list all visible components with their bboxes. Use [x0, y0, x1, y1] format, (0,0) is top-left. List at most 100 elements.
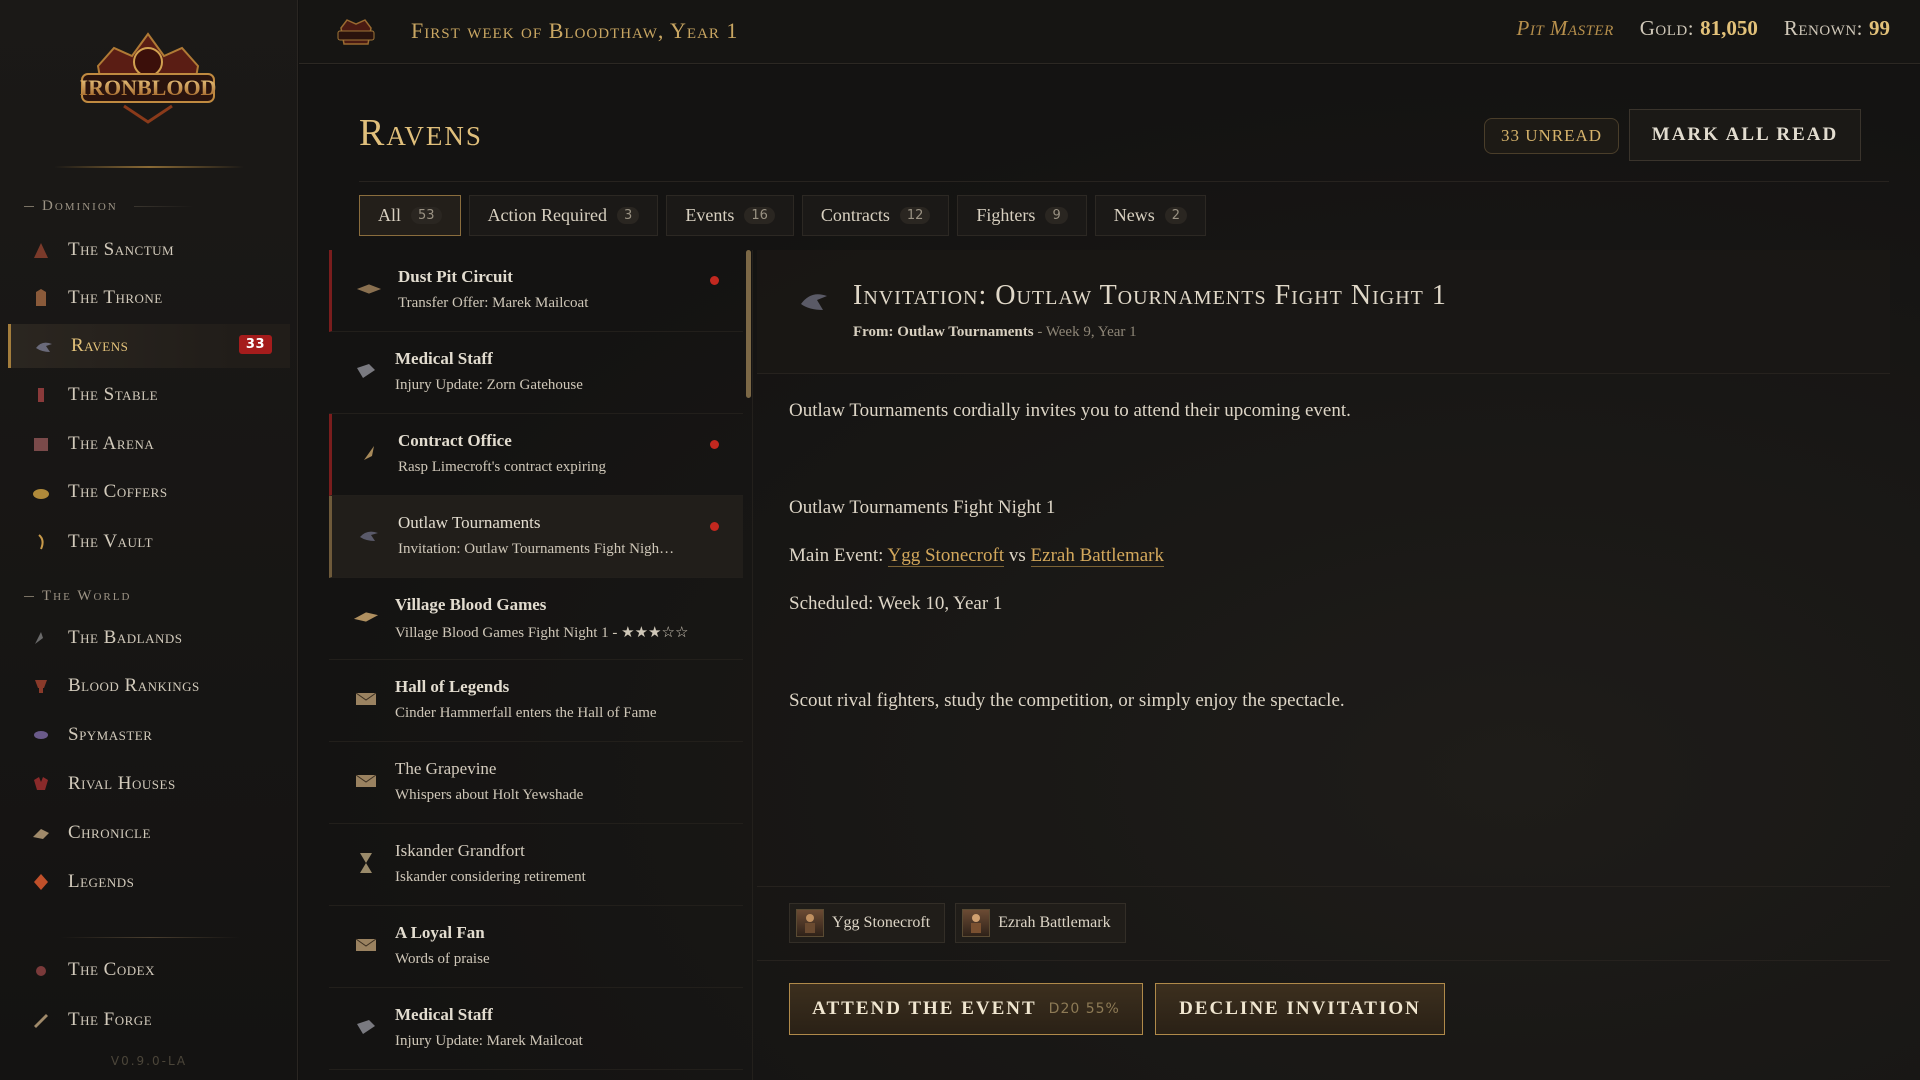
rankings-icon: [28, 673, 54, 699]
tab-label: Contracts: [820, 205, 890, 225]
ironblood-crest-icon: [337, 19, 375, 45]
tab-label: News: [1113, 205, 1155, 225]
message-list-scrollbar[interactable]: [746, 250, 751, 398]
chips-divider: [757, 886, 1890, 887]
fighter-a-link[interactable]: Ygg Stonecroft: [887, 545, 1005, 567]
list-item[interactable]: Village Blood Games Village Blood Games …: [329, 578, 743, 660]
tab-action-required[interactable]: Action Required 3: [468, 195, 659, 236]
sidebar-item-blood-rankings[interactable]: Blood Rankings: [8, 664, 290, 708]
sidebar-item-spymaster[interactable]: Spymaster: [8, 713, 290, 757]
attend-roll-chance: D20 55%: [1048, 1001, 1120, 1017]
versus-text: vs: [1008, 545, 1026, 566]
tab-fighters[interactable]: Fighters 9: [957, 195, 1087, 236]
nav-section-dominion: Dominion: [24, 198, 194, 215]
sidebar-item-arena[interactable]: The Arena: [8, 422, 290, 466]
message-detail: Invitation: Outlaw Tournaments Fight Nig…: [757, 250, 1890, 1080]
actions-divider: [757, 960, 1890, 961]
main-content: Ravens 33 UNREAD MARK ALL READ All 53 Act…: [299, 65, 1920, 1080]
message-outro: Scout rival fighters, study the competit…: [789, 690, 1345, 711]
message-detail-header: Invitation: Outlaw Tournaments Fight Nig…: [757, 250, 1890, 374]
list-item[interactable]: A Loyal Fan Words of praise: [329, 906, 743, 988]
fighter-chip[interactable]: Ygg Stonecroft: [789, 903, 946, 943]
tab-count: 12: [899, 207, 931, 224]
list-item-selected[interactable]: Outlaw Tournaments Invitation: Outlaw To…: [329, 496, 743, 578]
sidebar-item-label: Blood Rankings: [68, 675, 200, 696]
message-sender: Medical Staff: [395, 349, 493, 368]
sidebar-item-label: The Throne: [68, 287, 163, 308]
message-subject: Rasp Limecroft's contract expiring: [398, 459, 607, 475]
scheduled-line: Scheduled: Week 10, Year 1: [789, 593, 1003, 614]
tab-count: 2: [1164, 207, 1187, 224]
message-sender: Hall of Legends: [395, 677, 510, 696]
banner-icon: [353, 604, 379, 630]
list-item[interactable]: Iskander Grandfort Iskander considering …: [329, 824, 743, 906]
list-item[interactable]: Dust Pit Circuit Transfer Offer: Marek M…: [329, 250, 743, 332]
sidebar-item-label: Legends: [68, 871, 135, 892]
list-item[interactable]: The Grapevine Whispers about Holt Yewsha…: [329, 742, 743, 824]
sidebar-item-label: The Badlands: [68, 627, 183, 648]
message-intro: Outlaw Tournaments cordially invites you…: [789, 400, 1351, 421]
list-item[interactable]: Medical Staff Injury Update: Zorn Gateho…: [329, 332, 743, 414]
sanctum-icon: [28, 237, 54, 263]
sidebar-item-vault[interactable]: The Vault: [8, 520, 290, 564]
main-event-line: Main Event: Ygg Stonecroft vs Ezrah Batt…: [789, 545, 1164, 567]
raven-icon: [801, 294, 827, 310]
quill-icon: [356, 440, 382, 466]
sidebar-item-rival-houses[interactable]: Rival Houses: [8, 762, 290, 806]
unread-count-badge: 33 UNREAD: [1484, 118, 1620, 154]
list-item[interactable]: Medical Staff Injury Update: Marek Mailc…: [329, 988, 743, 1070]
list-item[interactable]: Contract Office Rasp Limecroft's contrac…: [329, 414, 743, 496]
tab-events[interactable]: Events 16: [666, 195, 794, 236]
sidebar-item-sanctum[interactable]: The Sanctum: [8, 228, 290, 272]
tab-all[interactable]: All 53: [359, 195, 461, 236]
fighter-chip[interactable]: Ezrah Battlemark: [955, 903, 1126, 943]
sidebar-item-legends[interactable]: Legends: [8, 860, 290, 904]
tab-label: Action Required: [487, 205, 608, 225]
sidebar-item-label: Ravens: [71, 335, 129, 356]
tab-label: All: [378, 205, 402, 225]
list-item[interactable]: Hall of Legends Cinder Hammerfall enters…: [329, 660, 743, 742]
tab-label: Fighters: [976, 205, 1036, 225]
fighter-chips: Ygg Stonecroft Ezrah Battlemark: [789, 903, 1126, 943]
badlands-icon: [28, 625, 54, 651]
rival-houses-icon: [28, 771, 54, 797]
sidebar-item-forge[interactable]: The Forge: [8, 998, 290, 1042]
sidebar-item-stable[interactable]: The Stable: [8, 373, 290, 417]
hourglass-icon: [353, 850, 379, 876]
stable-icon: [28, 382, 54, 408]
gold-value: 81,050: [1700, 16, 1758, 40]
letter-icon: [353, 686, 379, 712]
sidebar-item-ravens[interactable]: Ravens 33: [8, 324, 290, 368]
from-meta: - Week 9, Year 1: [1037, 324, 1137, 340]
event-name: Outlaw Tournaments Fight Night 1: [789, 497, 1056, 518]
top-bar: First week of Bloodthaw, Year 1 Pit Mast…: [299, 0, 1920, 64]
svg-text:IRONBLOOD: IRONBLOOD: [80, 75, 217, 100]
page-title: Ravens: [359, 112, 483, 154]
sidebar-item-codex[interactable]: The Codex: [8, 948, 290, 992]
sidebar-item-label: The Sanctum: [68, 239, 175, 260]
main-event-label: Main Event:: [789, 545, 884, 566]
sidebar-item-throne[interactable]: The Throne: [8, 276, 290, 320]
sidebar-item-label: The Codex: [68, 959, 155, 980]
tab-count: 16: [744, 207, 775, 224]
sidebar-item-badlands[interactable]: The Badlands: [8, 616, 290, 660]
spymaster-icon: [28, 722, 54, 748]
tab-count: 3: [617, 207, 640, 224]
tab-news[interactable]: News 2: [1094, 195, 1206, 236]
mark-all-read-button[interactable]: MARK ALL READ: [1629, 109, 1861, 161]
sidebar-item-chronicle[interactable]: Chronicle: [8, 811, 290, 855]
fighter-avatar: [796, 909, 824, 937]
fighter-b-link[interactable]: Ezrah Battlemark: [1030, 545, 1164, 567]
message-sender: Medical Staff: [395, 1005, 493, 1024]
tab-contracts[interactable]: Contracts 12: [801, 195, 950, 236]
sidebar-item-label: The Vault: [68, 531, 154, 552]
message-sender: Iskander Grandfort: [395, 841, 525, 860]
sidebar-item-coffers[interactable]: The Coffers: [8, 470, 290, 514]
attend-event-button[interactable]: ATTEND THE EVENT D20 55%: [789, 983, 1143, 1035]
header-divider: [359, 181, 1889, 182]
logo-divider: [54, 166, 244, 168]
unread-dot: [710, 522, 719, 531]
nav-section-world: The World: [24, 588, 131, 605]
scroll-icon: [353, 1014, 379, 1040]
decline-invitation-button[interactable]: DECLINE INVITATION: [1155, 983, 1445, 1035]
